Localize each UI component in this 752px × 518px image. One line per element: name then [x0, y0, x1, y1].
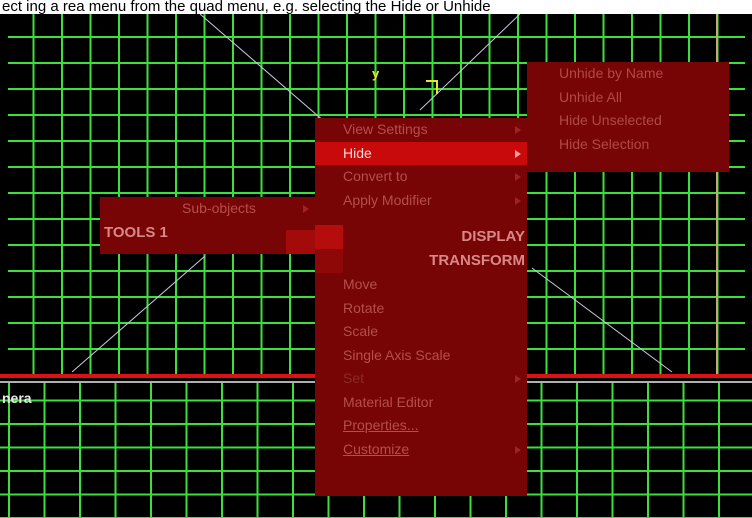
quad-title-transform[interactable]: TRANSFORM — [315, 249, 527, 273]
quad-menu: View Settings Hide Convert to Apply Modi… — [315, 118, 527, 496]
menu-item-scale[interactable]: Scale — [315, 320, 527, 344]
menu-item-rotate[interactable]: Rotate — [315, 297, 527, 321]
menu-item-move[interactable]: Move — [315, 273, 527, 297]
menu-item-hide-selection[interactable]: Hide Selection — [527, 133, 729, 157]
menu-item-unhide-all[interactable]: Unhide All — [527, 86, 729, 110]
axis-gizmo-icon — [426, 80, 438, 94]
quad-title-tools[interactable]: TOOLS 1 — [100, 221, 315, 245]
menu-item-single-axis-scale[interactable]: Single Axis Scale — [315, 344, 527, 368]
quad-tools: Sub-objects TOOLS 1 — [100, 197, 315, 254]
menu-item-label: Hide — [343, 144, 372, 161]
submenu-arrow-icon — [515, 126, 521, 134]
menu-item-sub-objects[interactable]: Sub-objects — [100, 197, 315, 221]
submenu-arrow-icon — [515, 375, 521, 383]
quad-tab-transform[interactable] — [315, 249, 343, 273]
menu-item-label: Material Editor — [343, 393, 434, 410]
menu-item-convert-to[interactable]: Convert to — [315, 165, 527, 189]
menu-item-unhide-by-name[interactable]: Unhide by Name — [527, 62, 729, 86]
menu-item-label: Convert to — [343, 168, 408, 184]
menu-item-label: Set — [343, 370, 365, 386]
menu-item-label: Sub-objects — [182, 200, 256, 216]
menu-item-label: Properties... — [343, 417, 419, 433]
menu-item-label: Scale — [343, 323, 379, 339]
axis-y-label: y — [372, 66, 380, 81]
menu-item-label: Single Axis Scale — [343, 346, 451, 363]
quad-title-display[interactable]: DISPLAY — [315, 225, 527, 249]
viewport-name-label[interactable]: nera — [2, 390, 32, 406]
menu-item-view-settings[interactable]: View Settings — [315, 118, 527, 142]
menu-item-label: Customize — [343, 440, 410, 457]
menu-item-label: View Settings — [343, 121, 428, 137]
menu-item-hide-unselected[interactable]: Hide Unselected — [527, 109, 729, 133]
submenu-arrow-icon — [515, 173, 521, 181]
menu-item-material-editor[interactable]: Material Editor — [315, 391, 527, 415]
menu-item-set[interactable]: Set — [315, 367, 527, 391]
menu-item-properties[interactable]: Properties... — [315, 414, 527, 438]
quad-tab-display[interactable] — [315, 225, 343, 249]
menu-item-label: Move — [343, 276, 378, 292]
menu-item-hide[interactable]: Hide — [315, 141, 527, 165]
submenu-arrow-icon — [515, 445, 521, 454]
quad-title-box — [286, 230, 315, 254]
menu-item-apply-modifier[interactable]: Apply Modifier — [315, 189, 527, 213]
menu-item-customize[interactable]: Customize — [315, 438, 527, 462]
menu-item-label: Apply Modifier — [343, 191, 432, 208]
submenu-arrow-icon — [515, 149, 521, 158]
caption-text: ect ing a rea menu from the quad menu, e… — [0, 0, 752, 14]
submenu-arrow-icon — [515, 196, 521, 205]
hide-submenu: Unhide by Name Unhide All Hide Unselecte… — [527, 62, 729, 172]
menu-item-label: Rotate — [343, 299, 385, 316]
submenu-arrow-icon — [303, 205, 309, 213]
